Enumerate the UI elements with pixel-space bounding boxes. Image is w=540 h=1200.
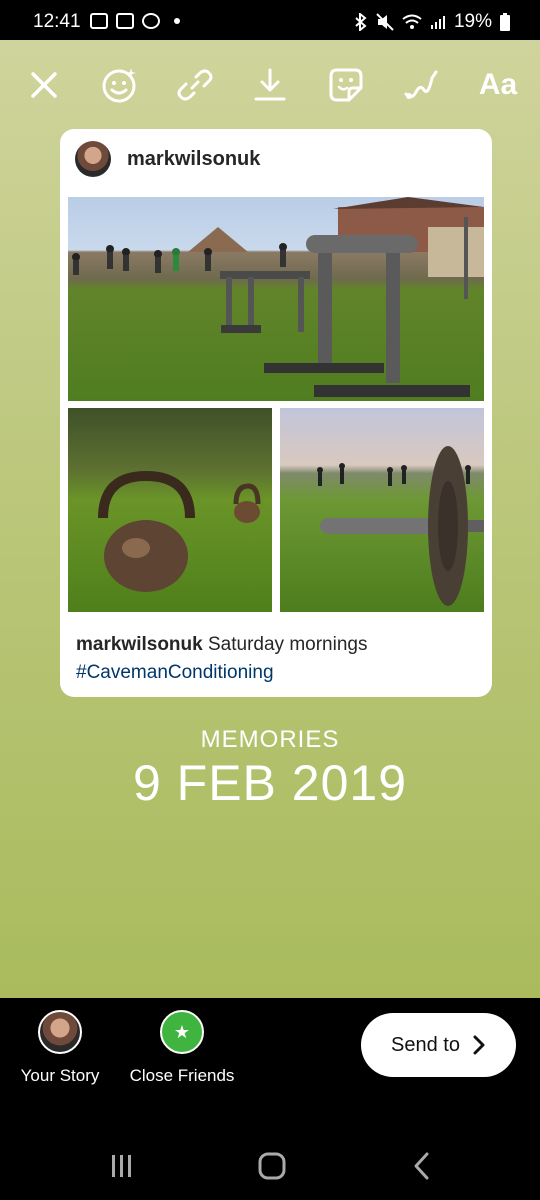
memories-label: MEMORIES bbox=[200, 726, 340, 753]
status-time: 12:41 bbox=[33, 11, 81, 32]
story-toolbar: Aa bbox=[0, 60, 540, 110]
effects-button[interactable] bbox=[94, 60, 144, 110]
caption-hashtag[interactable]: #CavemanConditioning bbox=[76, 659, 476, 687]
bluetooth-icon bbox=[355, 13, 367, 31]
notification-icons bbox=[90, 13, 180, 29]
post-photo-barbell-plate bbox=[280, 408, 484, 612]
back-icon bbox=[414, 1152, 429, 1180]
sticker-icon bbox=[329, 68, 363, 102]
system-status: 19% bbox=[354, 11, 510, 33]
text-button[interactable]: Aa bbox=[470, 60, 526, 110]
post-username[interactable]: markwilsonuk bbox=[127, 148, 260, 171]
message-notification-icon bbox=[116, 13, 134, 29]
close-friends-button[interactable]: ★ Close Friends bbox=[122, 1010, 242, 1086]
sticker-button[interactable] bbox=[321, 60, 371, 110]
barbell-plate-illustration bbox=[317, 446, 484, 606]
kettlebell-illustration bbox=[98, 470, 261, 592]
close-icon bbox=[31, 72, 57, 98]
story-canvas[interactable]: Aa markwilsonuk markwilsonuk Saturday mo… bbox=[0, 40, 540, 998]
draw-button[interactable] bbox=[396, 60, 446, 110]
battery-icon bbox=[500, 13, 510, 31]
home-button[interactable] bbox=[250, 1148, 294, 1184]
parallettes-illustration bbox=[72, 197, 484, 397]
system-nav-bar bbox=[0, 1130, 540, 1200]
battery-percent: 19% bbox=[453, 11, 492, 32]
recent-apps-button[interactable] bbox=[100, 1148, 144, 1184]
your-story-label: Your Story bbox=[20, 1066, 100, 1085]
shared-post-card[interactable]: markwilsonuk markwilsonuk Saturday morni… bbox=[60, 129, 492, 697]
close-button[interactable] bbox=[19, 60, 69, 110]
send-to-button[interactable]: Send to bbox=[361, 1013, 516, 1077]
link-button[interactable] bbox=[170, 60, 220, 110]
download-button[interactable] bbox=[245, 60, 295, 110]
post-avatar[interactable] bbox=[75, 141, 111, 177]
link-icon bbox=[177, 69, 213, 101]
signal-icon bbox=[430, 16, 445, 29]
memories-date: 9 FEB 2019 bbox=[132, 755, 408, 811]
post-photo-parallettes bbox=[68, 197, 484, 401]
more-notifications-dot bbox=[174, 18, 180, 24]
home-icon bbox=[258, 1152, 286, 1180]
download-icon bbox=[254, 68, 286, 101]
caption-text: Saturday mornings bbox=[208, 634, 368, 655]
back-button[interactable] bbox=[400, 1148, 444, 1184]
send-to-label: Send to bbox=[391, 1033, 460, 1056]
close-friends-label: Close Friends bbox=[129, 1066, 235, 1085]
your-story-avatar bbox=[38, 1010, 82, 1054]
text-icon: Aa bbox=[478, 68, 518, 101]
draw-icon bbox=[404, 70, 438, 99]
your-story-button[interactable]: Your Story bbox=[10, 1010, 110, 1086]
star-icon: ★ bbox=[160, 1010, 204, 1054]
status-bar: 12:41 19% bbox=[0, 0, 540, 40]
mute-icon bbox=[376, 13, 394, 31]
post-caption: markwilsonuk Saturday mornings #CavemanC… bbox=[76, 631, 476, 687]
recent-apps-icon bbox=[112, 1155, 131, 1177]
post-photo-kettlebells bbox=[68, 408, 272, 612]
wifi-icon bbox=[402, 14, 422, 29]
effects-icon bbox=[102, 68, 136, 103]
chevron-right-icon bbox=[473, 1035, 485, 1055]
app-notification-icon bbox=[90, 13, 108, 29]
health-notification-icon bbox=[142, 13, 160, 29]
caption-username[interactable]: markwilsonuk bbox=[76, 634, 203, 655]
